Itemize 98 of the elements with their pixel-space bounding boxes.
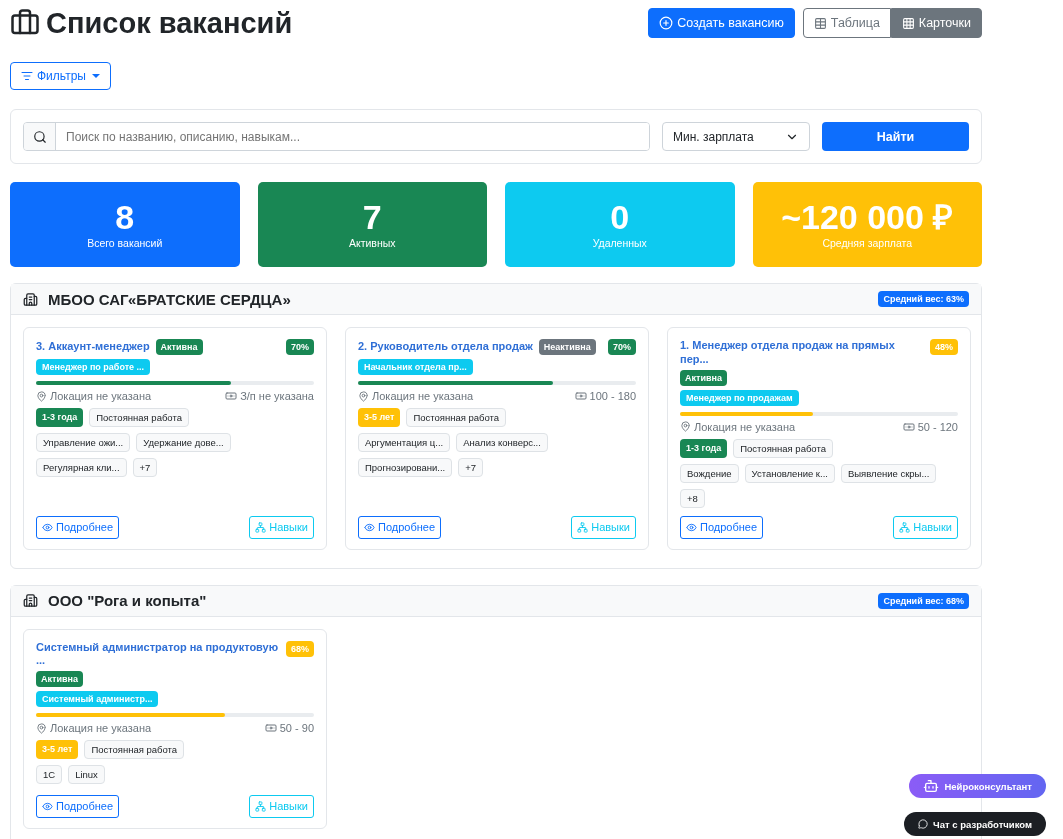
eye-icon — [686, 521, 697, 533]
skill-tag: Аргументация ц... — [358, 433, 451, 452]
match-badge: 70% — [608, 339, 636, 355]
skill-tag: Регулярная кли... — [36, 458, 127, 477]
stat-value: ~120 000 ₽ — [781, 199, 954, 236]
chat-button[interactable]: Чат с разработчиком — [904, 812, 1046, 836]
assistant-button[interactable]: Нейроконсультант — [909, 774, 1046, 798]
match-badge: 68% — [286, 640, 314, 657]
company-name: МБОО САГ«БРАТСКИЕ СЕРДЦА» — [48, 290, 291, 308]
banknote-icon — [574, 390, 587, 402]
location-pin-icon — [36, 722, 47, 734]
salary-text: 100 - 180 — [589, 390, 636, 402]
vacancy-title[interactable]: 1. Менеджер отдела продаж на прямых пер... — [680, 339, 924, 367]
filters-button[interactable]: Фильтры — [10, 62, 111, 90]
role-tag: Начальник отдела пр... — [358, 359, 473, 375]
experience-badge: 1-3 года — [680, 438, 728, 458]
stat-value: 8 — [115, 199, 135, 236]
skill-tag: Анализ конверс... — [456, 433, 548, 452]
location-pin-icon — [680, 421, 691, 432]
stat-value: 7 — [362, 199, 382, 236]
experience-badge: 1-3 года — [36, 408, 84, 427]
hierarchy-icon — [899, 521, 911, 533]
status-badge: Активна — [36, 671, 83, 687]
search-button[interactable]: Найти — [822, 122, 969, 151]
details-button[interactable]: Подробнее — [680, 515, 764, 539]
filter-icon — [21, 70, 33, 82]
employment-tag: Постоянная работа — [733, 438, 833, 458]
banknote-icon — [264, 722, 277, 734]
vacancy-title[interactable]: 2. Руководитель отдела продаж — [358, 340, 533, 354]
eye-icon — [42, 521, 53, 533]
building-icon — [23, 593, 38, 608]
weight-badge: Средний вес: 63% — [878, 291, 969, 307]
banknote-icon — [225, 390, 238, 402]
weight-badge: Средний вес: 68% — [878, 592, 969, 609]
page-title: Список вакансий — [46, 6, 293, 40]
skill-tag: Управление ожи... — [36, 433, 131, 452]
stat-value: 0 — [610, 199, 630, 236]
stat-label: Средняя зарплата — [822, 237, 913, 250]
salary-text: 50 - 90 — [279, 722, 314, 734]
details-button[interactable]: Подробнее — [36, 515, 120, 539]
location-pin-icon — [36, 390, 47, 402]
stat-label: Удаленных — [592, 237, 647, 250]
caret-icon — [91, 74, 100, 78]
grid-icon — [901, 16, 915, 30]
search-icon — [32, 129, 47, 144]
company-name: ООО "Рога и копыта" — [48, 592, 207, 609]
location-pin-icon — [358, 390, 369, 402]
location-text: Локация не указана — [50, 390, 152, 402]
salary-text: З/п не указана — [240, 390, 314, 402]
building-icon — [23, 291, 38, 307]
employment-tag: Постоянная работа — [406, 408, 507, 427]
status-badge: Активна — [155, 339, 203, 355]
create-vacancy-button[interactable]: Создать вакансию — [648, 8, 795, 38]
search-field[interactable]: Поиск по названию, описанию, навыкам... — [23, 122, 650, 151]
experience-badge: 3-5 лет — [358, 408, 401, 427]
role-tag: Менеджер по работе ... — [36, 359, 151, 375]
location-text: Локация не указана — [50, 722, 152, 734]
skill-tag: Установление к... — [744, 463, 835, 483]
more-skills-tag: +7 — [458, 458, 484, 477]
view-toggle[interactable]: Таблица — [802, 8, 891, 38]
skill-tag: 1C — [36, 765, 63, 784]
status-badge: Неактивна — [538, 339, 596, 355]
eye-icon — [364, 521, 375, 533]
match-badge: 70% — [286, 339, 314, 355]
employment-tag: Постоянная работа — [84, 740, 185, 759]
skill-tag: Удержание дове... — [136, 433, 231, 452]
table-icon — [813, 16, 827, 30]
hierarchy-icon — [255, 800, 267, 812]
plus-icon — [659, 16, 674, 30]
stat-label: Активных — [348, 237, 396, 250]
role-tag: Менеджер по продажам — [680, 389, 799, 406]
vacancy-title[interactable]: 3. Аккаунт-менеджер — [36, 340, 150, 354]
more-skills-tag: +7 — [132, 458, 158, 477]
hierarchy-icon — [577, 521, 589, 533]
details-button[interactable]: Подробнее — [358, 515, 442, 539]
hierarchy-icon — [255, 521, 267, 533]
skill-tag: Прогнозировани... — [358, 458, 453, 477]
stat-label: Всего вакансий — [87, 237, 163, 250]
view-toggle[interactable]: Карточки — [890, 8, 982, 38]
skill-tag: Выявление скры... — [840, 463, 937, 483]
match-badge: 48% — [930, 339, 958, 355]
vacancy-title[interactable]: Системный администратор на продуктовую ... — [36, 640, 280, 668]
skill-tag: Linux — [68, 765, 105, 784]
location-text: Локация не указана — [694, 420, 796, 433]
employment-tag: Постоянная работа — [89, 408, 189, 427]
salary-select[interactable]: Мин. зарплата — [662, 122, 810, 151]
location-text: Локация не указана — [372, 390, 474, 402]
robot-icon — [923, 778, 940, 794]
details-button[interactable]: Подробнее — [36, 794, 120, 818]
skill-tag: Вождение — [680, 463, 739, 483]
role-tag: Системный администр... — [36, 691, 159, 707]
eye-icon — [42, 800, 53, 812]
experience-badge: 3-5 лет — [36, 740, 79, 759]
chat-bubble-icon — [918, 819, 929, 829]
banknote-icon — [902, 420, 915, 433]
more-skills-tag: +8 — [680, 488, 705, 508]
status-badge: Активна — [680, 369, 727, 386]
salary-text: 50 - 120 — [917, 420, 958, 433]
